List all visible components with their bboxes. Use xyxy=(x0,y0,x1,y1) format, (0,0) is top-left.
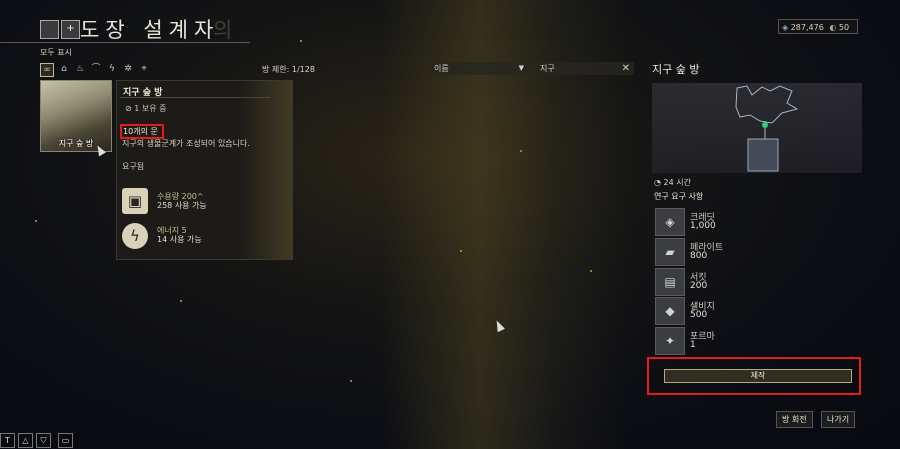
energy-available: 14 사용 가능 xyxy=(157,235,202,244)
particle xyxy=(180,300,182,302)
particle xyxy=(590,270,592,272)
energy-icon: ϟ xyxy=(122,223,148,249)
category-utility-icon[interactable]: ♨ xyxy=(74,63,86,75)
category-decor-icon[interactable]: ⌖ xyxy=(138,63,150,75)
room-layout-diagram xyxy=(735,85,799,172)
build-time-value: 24 시간 xyxy=(663,178,691,187)
page-title: 도장 설계자 xyxy=(80,18,220,42)
build-button[interactable]: 제작 xyxy=(664,369,852,383)
category-quarters-icon[interactable]: ⌂ xyxy=(58,63,70,75)
filter-label: 모두 표시 xyxy=(40,48,72,57)
resource-amount: 1 xyxy=(690,340,696,350)
build-button-label: 제작 xyxy=(750,371,766,380)
search-value: 지구 xyxy=(540,64,555,73)
header-divider xyxy=(0,42,250,43)
resource-amount: 1,000 xyxy=(690,221,716,231)
forma-icon: ✦ xyxy=(655,327,685,355)
search-input[interactable]: 지구 ✕ xyxy=(536,62,634,75)
all-categories-icon[interactable]: ∞ xyxy=(40,63,54,77)
resource-amount: 200 xyxy=(690,281,708,291)
room-limit: 방 제한: 1/128 xyxy=(262,65,315,74)
clock-icon: ◔ xyxy=(654,178,661,187)
particle xyxy=(520,150,522,152)
credits-value: 287,476 xyxy=(790,23,824,32)
detail-title: 지구 숲 방 xyxy=(652,63,700,76)
particle xyxy=(35,220,37,222)
page-title-fade: 의 xyxy=(213,18,233,42)
capacity-icon: ▣ xyxy=(122,188,148,214)
text-tool-icon[interactable]: T xyxy=(0,433,15,448)
ferrite-icon: ▰ xyxy=(655,238,685,266)
rotate-room-button[interactable]: 방 회전 xyxy=(776,411,813,428)
particle xyxy=(350,380,352,382)
clear-search-icon[interactable]: ✕ xyxy=(622,62,630,75)
circuits-icon: ▤ xyxy=(655,268,685,296)
sort-dropdown[interactable]: 이름 ▼ xyxy=(430,62,528,75)
currency-display: ◈ 287,476 ◐ 50 xyxy=(778,19,858,34)
resource-amount: 500 xyxy=(690,310,708,320)
tooltip-divider xyxy=(120,97,270,98)
foundry-icon[interactable] xyxy=(40,20,59,39)
chat-icon[interactable]: ▭ xyxy=(58,433,73,448)
build-time: ◔ 24 시간 xyxy=(654,177,691,188)
credits-icon: ◈ xyxy=(782,23,789,32)
platinum-value: 50 xyxy=(838,23,850,32)
room-description: 지구의 생물군계가 조성되어 있습니다. xyxy=(122,139,250,148)
sort-value: 이름 xyxy=(434,64,449,73)
particle xyxy=(300,40,302,42)
exit-button[interactable]: 나가기 xyxy=(821,411,856,428)
particle xyxy=(460,250,462,252)
room-node-icon xyxy=(762,122,768,128)
add-icon[interactable]: + xyxy=(61,20,80,39)
room-tooltip: 지구 숲 방 ⊘ 1 보유 중 10개의 문 지구의 생물군계가 조성되어 있습… xyxy=(116,80,293,260)
highlight-box xyxy=(120,124,164,139)
owned-status: ⊘ 1 보유 중 xyxy=(125,103,167,114)
research-label: 연구 요구 사항 xyxy=(654,192,704,201)
room-preview-map xyxy=(652,83,862,173)
check-circle-icon: ⊘ xyxy=(125,104,132,113)
capacity-available: 258 사용 가능 xyxy=(157,201,207,210)
category-hall-icon[interactable]: ⌒ xyxy=(90,63,102,75)
required-label: 요구됨 xyxy=(122,162,145,171)
shield-icon[interactable]: ⛉ xyxy=(36,433,51,448)
warning-icon[interactable]: △ xyxy=(18,433,33,448)
salvage-icon: ◆ xyxy=(655,297,685,325)
resource-amount: 800 xyxy=(690,251,708,261)
chevron-down-icon: ▼ xyxy=(518,64,524,72)
owned-text: 1 보유 중 xyxy=(134,104,167,113)
room-tile[interactable]: 지구 숲 방 xyxy=(40,80,112,152)
credits-resource-icon: ◈ xyxy=(655,208,685,236)
category-garden-icon[interactable]: ✲ xyxy=(122,63,134,75)
platinum-icon: ◐ xyxy=(829,23,837,32)
category-energy-icon[interactable]: ϟ xyxy=(106,63,118,75)
